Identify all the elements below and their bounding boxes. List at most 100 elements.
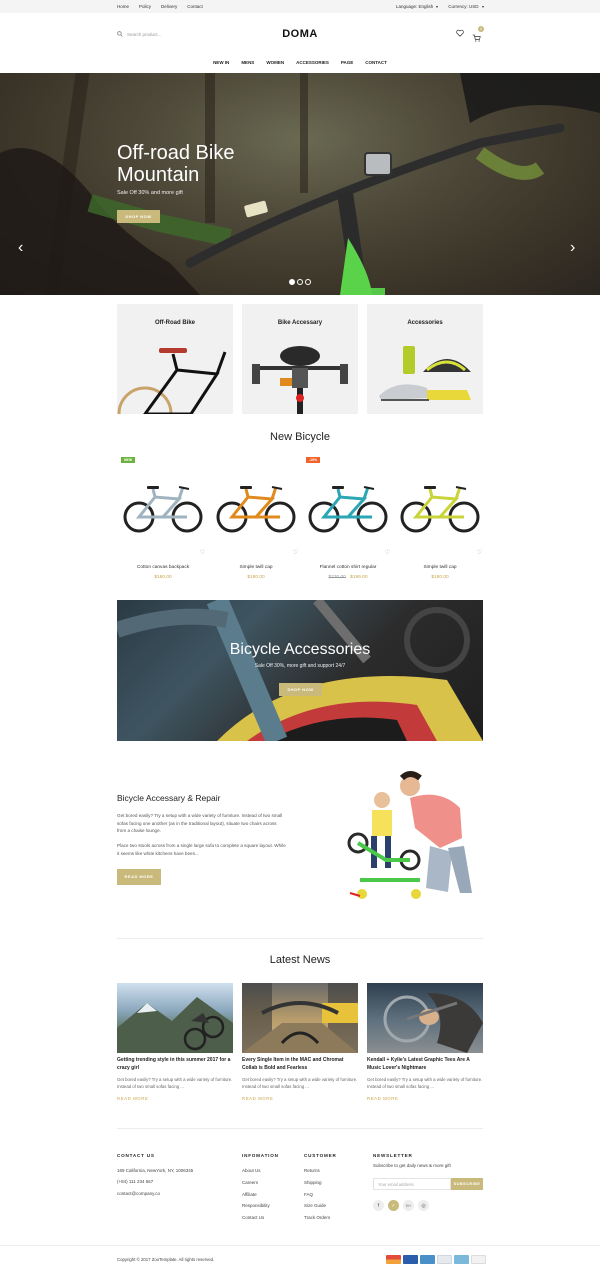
footer-link-size-guide[interactable]: Size Guide (304, 1203, 326, 1208)
product-card[interactable]: ♡ Simple twill cap $180.00 (394, 455, 486, 585)
footer-phone[interactable]: (+84) 111 234 567 (117, 1179, 153, 1184)
footer-link-about-us[interactable]: About Us (242, 1168, 261, 1173)
newsletter-email-input[interactable]: Your email address (373, 1178, 451, 1190)
cart-button[interactable]: 0 (472, 26, 484, 47)
product-old-price: $230.00 (328, 575, 346, 580)
instagram-icon[interactable]: ◎ (418, 1200, 429, 1211)
currency-select[interactable]: Currency: USD (448, 4, 484, 9)
product-card[interactable]: NEW ♡ Cotton canvas backpack $180.00 (117, 455, 209, 585)
wishlist-heart-icon[interactable]: ♡ (385, 549, 390, 556)
currency-label: Currency: USD (448, 4, 479, 9)
news-excerpt: Get bored easily? Try a setup with a wid… (242, 1077, 358, 1089)
product-price: $199.00 (350, 575, 368, 580)
news-read-more-link[interactable]: READ MORE (242, 1096, 358, 1101)
footer-link-returns[interactable]: Returns (304, 1168, 320, 1173)
banner-shop-now-button[interactable]: SHOP NOW (279, 683, 322, 696)
hero-dot-1[interactable] (289, 279, 295, 285)
product-badge: -10% (306, 457, 321, 463)
news-card-3[interactable]: Kendall + Kylie's Latest Graphic Tees Ar… (367, 983, 483, 1101)
hero-subtitle: Sale Off 30% and more gift (117, 190, 183, 196)
language-label: Language: English (396, 4, 434, 9)
product-bike-image[interactable] (398, 483, 482, 533)
hero-prev-arrow[interactable]: ‹ (18, 239, 23, 257)
news-image[interactable] (117, 983, 233, 1053)
top-bar: Home Policy Delivery Contact Language: E… (0, 0, 600, 13)
footer-link-track-orders[interactable]: Track Orders (304, 1215, 330, 1220)
news-card-2[interactable]: Every Single Item in the MAC and Chromat… (242, 983, 358, 1101)
top-link-home[interactable]: Home (117, 4, 129, 9)
newsletter-text: Subscribe to get daily news & more gift (373, 1163, 451, 1168)
footer-email[interactable]: contact@company.co (117, 1191, 160, 1196)
top-link-contact[interactable]: Contact (187, 4, 203, 9)
product-bike-image[interactable] (306, 483, 390, 533)
search-input[interactable]: Search product... (127, 32, 161, 37)
hero-dot-2[interactable] (297, 279, 303, 285)
twitter-icon[interactable]: ✓ (388, 1200, 399, 1211)
repair-paragraph-2: Place two stools across from a single la… (117, 843, 286, 856)
product-price-row: $180.00 (394, 575, 486, 580)
chevron-down-icon (481, 5, 484, 8)
news-image[interactable] (242, 983, 358, 1053)
newsletter-subscribe-button[interactable]: SUBSCRIBE (451, 1178, 483, 1190)
hero-shop-now-button[interactable]: SHOP NOW (117, 210, 160, 223)
search-box[interactable]: Search product... (117, 31, 161, 37)
top-link-delivery[interactable]: Delivery (161, 4, 177, 9)
footer-information-heading: INFOMATION (242, 1153, 279, 1158)
product-name[interactable]: Simple twill cap (210, 565, 302, 570)
accessories-banner[interactable] (117, 600, 483, 741)
top-link-policy[interactable]: Policy (139, 4, 151, 9)
wishlist-heart-icon[interactable]: ♡ (200, 549, 205, 556)
product-name[interactable]: Cotton canvas backpack (117, 565, 209, 570)
banner-subtitle: Sale Off 30%, more gift and support 24/7 (254, 663, 346, 669)
product-price: $180.00 (247, 575, 265, 580)
hero-next-arrow[interactable]: › (570, 239, 575, 257)
cart-icon (472, 34, 481, 42)
category-title: Bike Accessary (277, 320, 323, 326)
google-plus-icon[interactable]: G+ (403, 1200, 414, 1211)
category-off-road-bike[interactable]: Off-Road Bike (117, 304, 233, 414)
product-card[interactable]: -10% ♡ Flannel cotton shirt regular $230… (302, 455, 394, 585)
section-divider (117, 938, 483, 939)
product-card[interactable]: ♡ Simple twill cap $180.00 (210, 455, 302, 585)
nav-item-contact[interactable]: CONTACT (365, 60, 387, 65)
wishlist-heart-icon[interactable]: ♡ (477, 549, 482, 556)
category-accessories[interactable]: Accessories (367, 304, 483, 414)
heart-icon[interactable] (456, 29, 464, 37)
nav-item-women[interactable]: WOMEN (266, 60, 284, 65)
footer-link-careers[interactable]: Careers (242, 1180, 258, 1185)
product-bike-image[interactable] (214, 483, 298, 533)
language-select[interactable]: Language: English (396, 4, 439, 9)
footer-newsletter-heading: NEWSLETTER (373, 1153, 413, 1158)
product-bike-image[interactable] (121, 483, 205, 533)
wishlist-heart-icon[interactable]: ♡ (293, 549, 298, 556)
footer-address: 169 California, NewYork, NY, 1006345 (117, 1168, 194, 1173)
news-title[interactable]: Every Single Item in the MAC and Chromat… (242, 1057, 358, 1072)
news-read-more-link[interactable]: READ MORE (367, 1096, 483, 1101)
new-bicycle-heading: New Bicycle (270, 431, 330, 443)
hero-dot-3[interactable] (305, 279, 311, 285)
hero-pagination (289, 279, 311, 285)
news-image[interactable] (367, 983, 483, 1053)
news-read-more-link[interactable]: READ MORE (117, 1096, 233, 1101)
news-title[interactable]: Kendall + Kylie's Latest Graphic Tees Ar… (367, 1057, 483, 1072)
product-name[interactable]: Flannel cotton shirt regular (302, 565, 394, 570)
news-title[interactable]: Getting trending style in this summer 20… (117, 1057, 233, 1072)
footer-link-shipping[interactable]: Shipping (304, 1180, 322, 1185)
repair-read-more-button[interactable]: READ MORE (117, 869, 161, 885)
news-card-1[interactable]: Getting trending style in this summer 20… (117, 983, 233, 1101)
footer-link-contact-us[interactable]: Contact Us (242, 1215, 264, 1220)
footer-link-faq[interactable]: FAQ (304, 1192, 313, 1197)
nav-item-accessories[interactable]: ACCESSORIES (296, 60, 329, 65)
category-bike-accessary[interactable]: Bike Accessary (242, 304, 358, 414)
nav-item-new-in[interactable]: NEW IN (213, 60, 229, 65)
category-title: Accessories (407, 320, 443, 326)
nav-item-mens[interactable]: MENS (241, 60, 254, 65)
nav-item-page[interactable]: PAGE (341, 60, 353, 65)
site-logo[interactable]: DOMA (270, 28, 330, 40)
product-price-row: $180.00 (210, 575, 302, 580)
product-name[interactable]: Simple twill cap (394, 565, 486, 570)
facebook-icon[interactable]: f (373, 1200, 384, 1211)
footer-link-affiliate[interactable]: Affiliate (242, 1192, 257, 1197)
footer-link-responsibility[interactable]: Responsibility (242, 1203, 270, 1208)
latest-news-heading: Latest News (269, 954, 331, 966)
